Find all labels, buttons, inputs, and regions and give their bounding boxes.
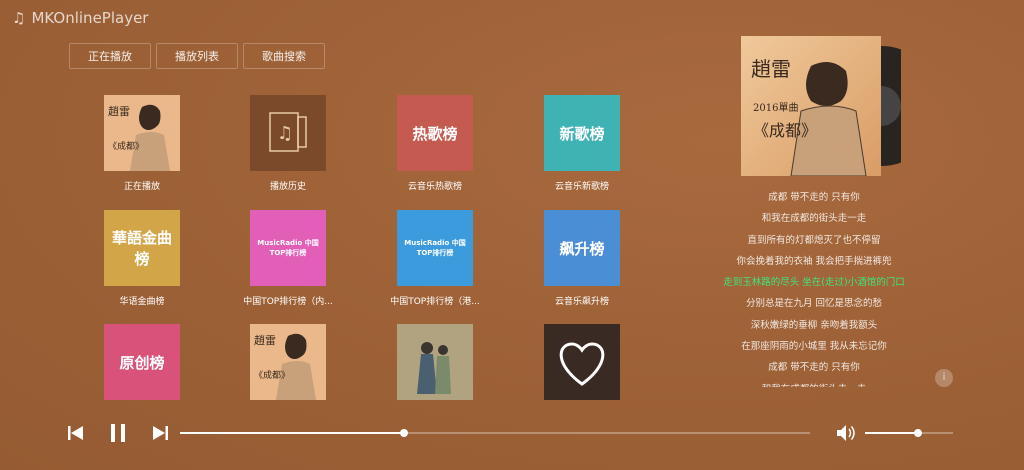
playlist-cover[interactable]: [397, 324, 473, 400]
app-title: MKOnlinePlayer: [31, 9, 149, 27]
svg-text:《成都》: 《成都》: [254, 369, 290, 381]
cover-text: MusicRadio 中国TOP排行榜: [257, 239, 319, 257]
next-button[interactable]: [150, 423, 170, 443]
playlist-item[interactable]: [509, 324, 655, 408]
svg-text:♫: ♫: [277, 123, 293, 144]
playlist-cover[interactable]: 趙雷 《成都》: [250, 324, 326, 400]
lyric-line: 在那座阴雨的小城里 我从未忘记你: [741, 341, 887, 353]
playlist-title: 中国TOP排行榜（内...: [243, 297, 333, 307]
lyric-line: 成都 带不走的 只有你: [768, 192, 860, 203]
playlist-item[interactable]: 華語金曲榜华语金曲榜: [69, 210, 215, 307]
playlist-title: 中国TOP排行榜（港...: [390, 297, 480, 307]
playlist-cover[interactable]: MusicRadio 中国TOP排行榜: [397, 210, 473, 286]
lyric-line: 成都 带不走的 只有你: [768, 362, 860, 374]
playlist-item[interactable]: 热歌榜 云音乐热歌榜: [362, 95, 508, 192]
cover-text: 新歌榜: [559, 124, 605, 143]
tab-now-playing[interactable]: 正在播放: [69, 43, 151, 69]
progress-fill: [180, 432, 404, 434]
couple-illustration: [397, 324, 473, 400]
svg-text:趙雷: 趙雷: [254, 333, 276, 347]
lyric-line: 直到所有的灯都熄灭了也不停留: [747, 234, 881, 246]
cover-text: MusicRadio 中国TOP排行榜: [404, 239, 466, 257]
volume-handle[interactable]: [913, 429, 922, 437]
playlist-title: 云音乐飙升榜: [554, 297, 609, 307]
playlist-cover[interactable]: 趙雷 《成都》: [104, 95, 180, 171]
playlist-title: 华语金曲榜: [119, 297, 165, 307]
playlist-item[interactable]: [362, 324, 508, 408]
playlist-title: 云音乐热歌榜: [407, 182, 462, 192]
speaker-icon: [837, 425, 855, 441]
music-note-icon: ♫: [12, 9, 26, 27]
playlist-cover[interactable]: [544, 324, 620, 400]
lyric-line: 你会挽着我的衣袖 我会把手揣进裤兜: [736, 255, 892, 267]
tab-playlist[interactable]: 播放列表: [156, 43, 238, 69]
svg-text:《成都》: 《成都》: [108, 140, 144, 152]
volume-button[interactable]: [836, 424, 856, 442]
svg-text:趙雷: 趙雷: [751, 57, 791, 81]
cover-text: 原创榜: [119, 353, 165, 372]
album-art: 趙雷《成都》: [104, 95, 180, 171]
svg-text:《成都》: 《成都》: [753, 121, 817, 140]
info-icon[interactable]: i: [935, 369, 953, 387]
heart-icon: [559, 342, 605, 386]
lyric-line: 和我在成都的街头走一走: [700, 379, 928, 387]
playlist-title: 云音乐新歌榜: [554, 182, 609, 192]
lyric-line: 分别总是在九月 回忆是思念的愁: [745, 298, 883, 310]
playlist-cover[interactable]: 華語金曲榜: [104, 210, 180, 286]
playlist-title: 正在播放: [123, 182, 160, 192]
playlist-item[interactable]: 飙升榜 云音乐飙升榜: [509, 210, 655, 307]
app-logo: ♫ MKOnlinePlayer: [12, 9, 148, 27]
progress-bar[interactable]: [180, 429, 810, 437]
album-cover-large[interactable]: 趙雷 2016單曲 《成都》: [741, 36, 941, 177]
cover-text: 热歌榜: [412, 124, 458, 143]
album-art: 趙雷《成都》: [250, 324, 326, 400]
playlist-item[interactable]: 原创榜: [69, 324, 215, 408]
playlist-cover[interactable]: 飙升榜: [544, 210, 620, 286]
svg-text:2016單曲: 2016單曲: [753, 102, 798, 114]
playlist-item[interactable]: 新歌榜 云音乐新歌榜: [509, 95, 655, 192]
tab-search[interactable]: 歌曲搜索: [243, 43, 325, 69]
playlist-item[interactable]: MusicRadio 中国TOP排行榜中国TOP排行榜（内...: [215, 210, 361, 307]
skip-back-icon: [68, 426, 83, 440]
volume-fill: [865, 432, 918, 434]
playlist-cover[interactable]: 原创榜: [104, 324, 180, 400]
tab-bar: 正在播放 播放列表 歌曲搜索: [69, 43, 325, 69]
playlist-item[interactable]: 趙雷《成都》正在播放: [69, 95, 215, 192]
volume-slider[interactable]: [865, 429, 953, 437]
history-icon: ♫: [269, 112, 307, 152]
lyric-line-current: 走到玉林路的尽头 坐在(走过)小酒馆的门口: [723, 277, 905, 289]
playlist-item[interactable]: MusicRadio 中国TOP排行榜中国TOP排行榜（港...: [362, 210, 508, 307]
playback-controls: [66, 423, 170, 443]
playlist-cover[interactable]: ♫: [250, 95, 326, 171]
pause-icon: [111, 424, 125, 442]
playlist-cover[interactable]: 热歌榜: [397, 95, 473, 171]
progress-handle[interactable]: [399, 429, 408, 437]
previous-button[interactable]: [66, 423, 86, 443]
playlist-title: 播放历史: [269, 182, 306, 192]
lyric-line: 和我在成都的街头走一走: [761, 213, 867, 225]
playlist-cover[interactable]: 新歌榜: [544, 95, 620, 171]
playlist-cover[interactable]: MusicRadio 中国TOP排行榜: [250, 210, 326, 286]
cover-text: 華語金曲榜: [111, 229, 172, 268]
playlist-item[interactable]: ♫ 播放历史: [215, 95, 361, 192]
pause-button[interactable]: [108, 423, 128, 443]
album-art: 趙雷 2016單曲 《成都》: [741, 36, 941, 177]
svg-text:趙雷: 趙雷: [108, 104, 130, 118]
cover-text: 飙升榜: [559, 239, 605, 258]
playlist-item[interactable]: 趙雷 《成都》: [215, 324, 361, 408]
skip-forward-icon: [153, 426, 168, 440]
lyric-line: 深秋嫩绿的垂柳 亲吻着我额头: [750, 319, 878, 331]
lyrics-panel: 成都 带不走的 只有你 和我在成都的街头走一走 直到所有的灯都熄灭了也不停留 你会挽着…: [700, 187, 928, 387]
